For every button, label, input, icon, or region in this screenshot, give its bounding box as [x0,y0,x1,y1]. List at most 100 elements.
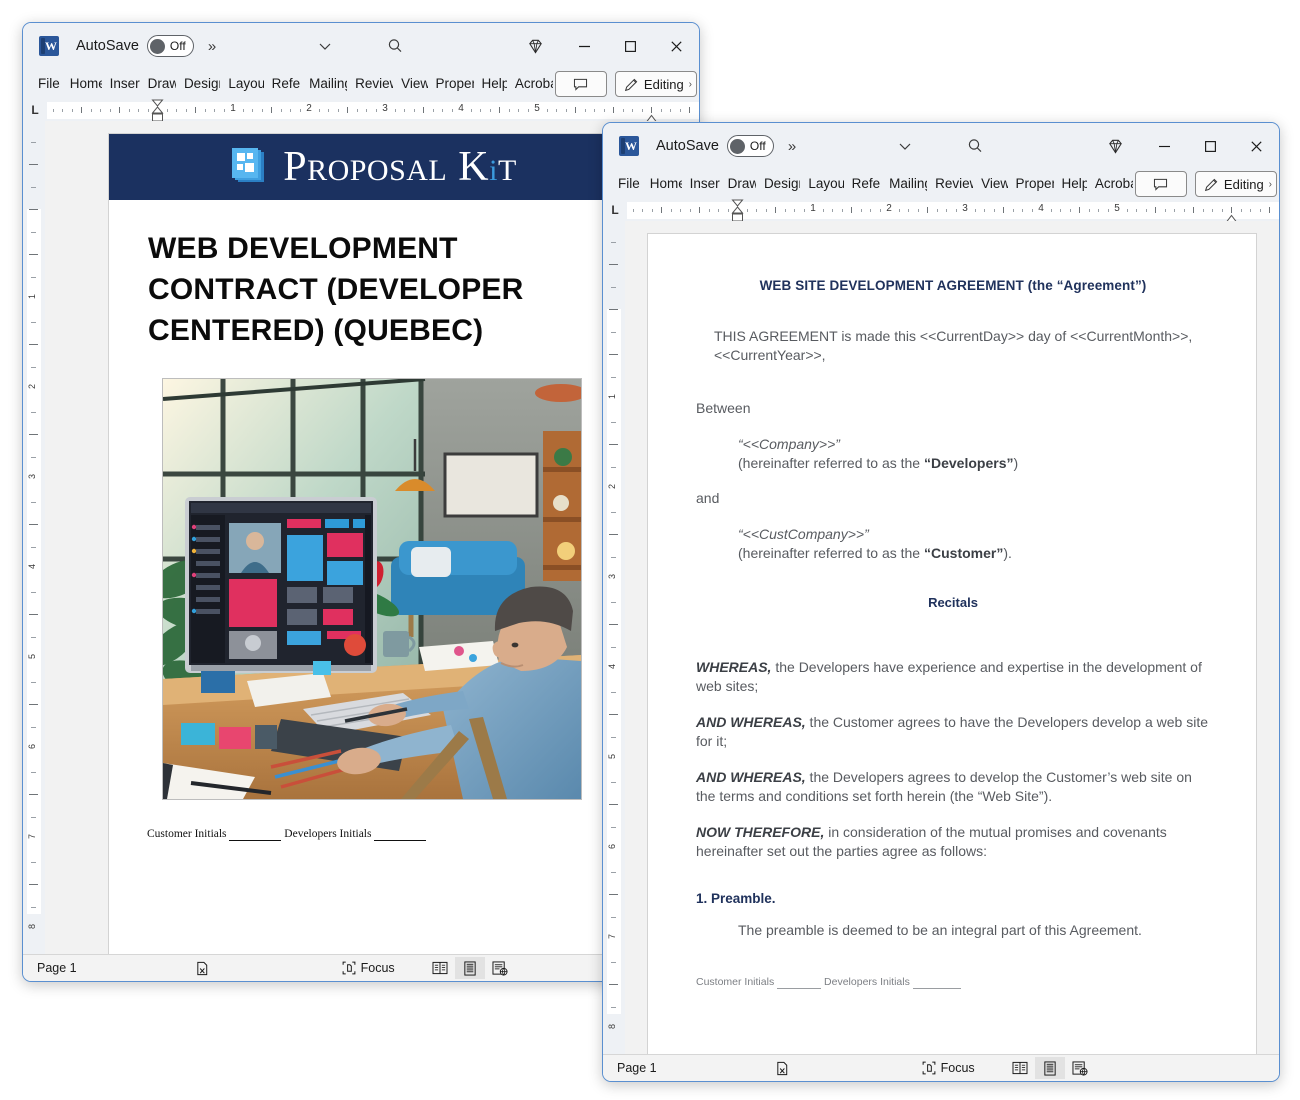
tab-home[interactable]: Home [646,171,682,197]
ruler-minor-tick [394,108,396,112]
proofing-icon[interactable] [195,961,210,976]
tab-review[interactable]: Review [931,171,973,197]
ruler-track[interactable]: 1 2 3 4 5 [627,199,1279,221]
window1-scroll-region[interactable]: PROPOSAL KiT WEB DEVELOPMENT CONTRACT (D… [45,121,699,954]
ruler-major-tick [1155,206,1156,213]
window1-page[interactable]: PROPOSAL KiT WEB DEVELOPMENT CONTRACT (D… [108,133,636,954]
tab-view[interactable]: View [397,71,427,97]
chevron-down-icon[interactable] [305,31,345,61]
document2-made-this: THIS AGREEMENT is made this <<CurrentDay… [714,328,1193,363]
document2-recital-3: AND WHEREAS, the Developers agrees to de… [696,768,1210,806]
ruler-minor-tick [1031,208,1033,212]
word-window-2[interactable]: W AutoSave Off » File Hom Inser Dra Desi… [602,122,1280,1082]
window1-ribbon-tabs[interactable]: File Home Insert Draw Design Layout Refe… [23,69,699,99]
ruler-minor-tick [1069,208,1071,212]
autosave-toggle[interactable]: Off [726,135,774,157]
tab-draw[interactable]: Draw [144,71,176,97]
window2-controls[interactable] [1141,123,1279,169]
focus-mode-button[interactable]: Focus [922,1061,975,1075]
tab-mailings[interactable]: Mailings [305,71,347,97]
autosave-toggle[interactable]: Off [146,35,194,57]
document2-body[interactable]: WEB SITE DEVELOPMENT AGREEMENT (the “Agr… [648,234,1256,989]
page-indicator[interactable]: Page 1 [617,1061,657,1075]
tab-stop-selector[interactable]: L [23,103,47,117]
read-mode-button[interactable] [425,957,455,979]
tab-view[interactable]: View [977,171,1007,197]
window1-status-bar[interactable]: Page 1 Focus [23,954,699,981]
proofing-icon[interactable] [775,1061,790,1076]
indent-markers-icon[interactable] [150,99,164,121]
window2-status-bar[interactable]: Page 1 Focus [603,1054,1279,1081]
chevron-right-icon[interactable]: › [1269,179,1272,190]
comments-button[interactable] [554,71,607,97]
ruler-major-tick [119,106,120,113]
right-indent-marker-icon[interactable] [1225,210,1238,221]
maximize-button[interactable] [607,23,653,69]
tab-references[interactable]: Refer [268,71,301,97]
editing-mode-button[interactable]: Editing › [1194,171,1278,197]
tab-references[interactable]: Refer [848,171,881,197]
tab-insert[interactable]: Insert [106,71,140,97]
developers-initials-line [912,976,961,989]
window2-titlebar[interactable]: W AutoSave Off » [603,123,1279,169]
window1-titlebar[interactable]: W AutoSave Off » [23,23,699,69]
search-icon[interactable] [375,31,415,61]
tab-file[interactable]: File [31,71,62,97]
minimize-button[interactable] [561,23,607,69]
close-button[interactable] [1233,123,1279,169]
close-button[interactable] [653,23,699,69]
web-layout-button[interactable] [1065,1057,1095,1079]
web-layout-button[interactable] [485,957,515,979]
tab-help[interactable]: Help [1058,171,1087,197]
print-layout-button[interactable] [454,957,485,979]
tab-stop-selector[interactable]: L [603,203,627,217]
indent-markers-icon[interactable] [730,199,744,221]
focus-mode-button[interactable]: Focus [342,961,395,975]
tab-layout[interactable]: Layout [804,171,843,197]
maximize-button[interactable] [1187,123,1233,169]
chevron-down-icon[interactable] [885,131,925,161]
window2-horizontal-ruler[interactable]: L 1 2 3 4 5 [603,199,1279,221]
right-indent-marker-icon[interactable] [645,110,658,121]
tab-draw[interactable]: Draw [724,171,756,197]
editing-mode-button[interactable]: Editing › [614,71,698,97]
tab-design[interactable]: Design [760,171,800,197]
tab-acrobat[interactable]: Acrobat [1091,171,1133,197]
ruler-track[interactable]: 1 2 3 4 5 [47,99,699,121]
page-indicator[interactable]: Page 1 [37,961,77,975]
window1-controls[interactable] [561,23,699,69]
print-layout-button[interactable] [1034,1057,1065,1079]
tab-help[interactable]: Help [478,71,507,97]
tab-layout[interactable]: Layout [224,71,263,97]
diamond-icon[interactable] [1095,131,1135,161]
word-window-1[interactable]: W AutoSave Off » File Hom Inser Dra Desi… [22,22,700,982]
comments-button[interactable] [1134,171,1187,197]
chevron-right-icon[interactable]: › [689,79,692,90]
recital-1-text: the Developers have experience and exper… [696,659,1202,694]
tab-properties[interactable]: Properties [1012,171,1054,197]
tab-properties[interactable]: Properties [432,71,474,97]
window1-vertical-ruler[interactable]: 1 2 3 4 5 6 7 8 [23,121,45,954]
window2-page[interactable]: WEB SITE DEVELOPMENT AGREEMENT (the “Agr… [647,233,1257,1054]
window2-ribbon-tabs[interactable]: File Home Insert Draw Design Layout Refe… [603,169,1279,199]
tab-insert[interactable]: Insert [686,171,720,197]
tab-mailings[interactable]: Mailings [885,171,927,197]
tab-review[interactable]: Review [351,71,393,97]
ruler-minor-tick [280,108,282,112]
tab-design[interactable]: Design [180,71,220,97]
window2-vertical-ruler[interactable]: 1 2 3 4 5 6 7 8 [603,221,625,1054]
vertical-ruler-number: 8 [27,924,37,930]
search-icon[interactable] [955,131,995,161]
ruler-major-tick [1269,206,1270,213]
tab-file[interactable]: File [611,171,642,197]
read-mode-button[interactable] [1005,1057,1035,1079]
window1-horizontal-ruler[interactable]: L 1 2 3 4 5 [23,99,699,121]
ruler-minor-tick [1183,208,1185,212]
tab-home[interactable]: Home [66,71,102,97]
window2-scroll-region[interactable]: WEB SITE DEVELOPMENT AGREEMENT (the “Agr… [625,221,1279,1054]
minimize-button[interactable] [1141,123,1187,169]
diamond-icon[interactable] [515,31,555,61]
quick-access-overflow-icon[interactable]: » [788,138,796,155]
tab-acrobat[interactable]: Acrobat [511,71,553,97]
quick-access-overflow-icon[interactable]: » [208,38,216,55]
